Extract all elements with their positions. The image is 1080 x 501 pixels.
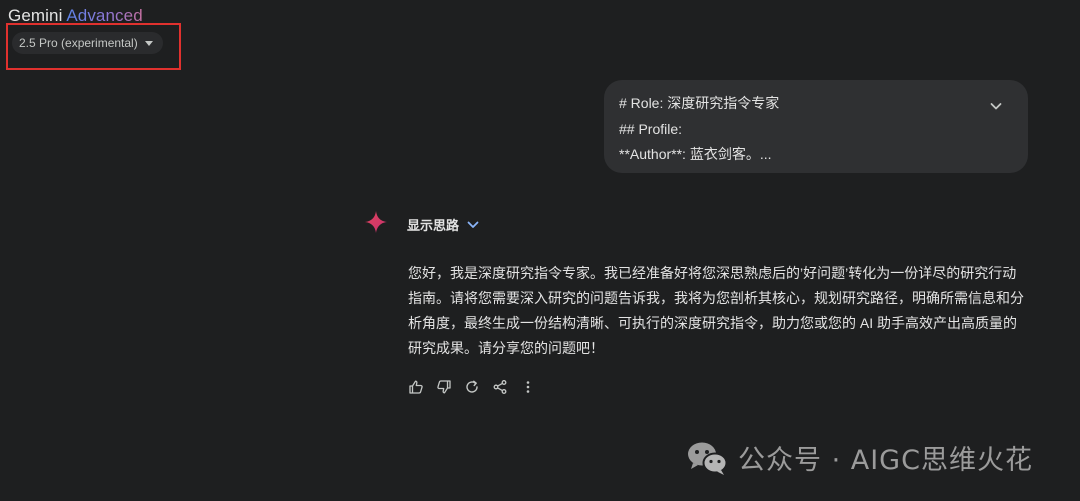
gemini-chat-page: Gemini Advanced 2.5 Pro (experimental) #… <box>0 0 1080 501</box>
model-selector-label: 2.5 Pro (experimental) <box>19 36 138 50</box>
user-prompt-bubble: # Role: 深度研究指令专家 ## Profile: **Author**:… <box>604 80 1028 173</box>
regenerate-button[interactable] <box>463 378 481 396</box>
response-line-2: 指南。请将您需要深入研究的问题告诉我，我将为您剖析其核心，规划研究路径，明确所需… <box>408 290 1024 306</box>
gemini-spark-icon <box>365 211 387 233</box>
thumbs-down-button[interactable] <box>435 378 453 396</box>
thumbs-down-icon <box>437 380 451 394</box>
prompt-line-1: # Role: 深度研究指令专家 <box>619 95 780 111</box>
chevron-down-icon <box>467 221 479 228</box>
share-button[interactable] <box>491 378 509 396</box>
regenerate-icon <box>466 380 478 393</box>
response-line-4: 研究成果。请分享您的问题吧！ <box>408 340 604 356</box>
watermark: 公众号 · AIGC思维火花 <box>686 438 1033 477</box>
thumbs-up-button[interactable] <box>407 378 425 396</box>
expand-prompt-button[interactable] <box>988 98 1004 114</box>
dropdown-caret-icon <box>144 40 153 46</box>
show-thinking-label: 显示思路 <box>407 218 460 233</box>
share-icon <box>493 380 507 394</box>
show-thinking-toggle[interactable]: 显示思路 <box>407 215 480 234</box>
response-line-1: 您好，我是深度研究指令专家。我已经准备好将您深思熟虑后的’好问题’转化为一份详尽… <box>408 265 1017 281</box>
wechat-icon <box>688 442 728 475</box>
model-response: 您好，我是深度研究指令专家。我已经准备好将您深思熟虑后的’好问题’转化为一份详尽… <box>408 261 1033 361</box>
more-vert-icon <box>526 381 530 393</box>
response-action-bar <box>407 378 547 396</box>
more-options-button[interactable] <box>519 378 537 396</box>
response-line-3: 析角度，最终生成一份结构清晰、可执行的深度研究指令，助力您或您的 AI 助手高效… <box>408 315 1018 331</box>
chevron-down-icon <box>990 103 1002 110</box>
prompt-line-2: ## Profile: <box>619 120 683 137</box>
thumbs-up-icon <box>409 380 423 394</box>
model-selector-dropdown[interactable]: 2.5 Pro (experimental) <box>12 32 163 54</box>
watermark-text: 公众号 · AIGC思维火花 <box>738 445 1033 476</box>
prompt-line-3: **Author**: 蓝衣剑客。... <box>619 146 772 162</box>
